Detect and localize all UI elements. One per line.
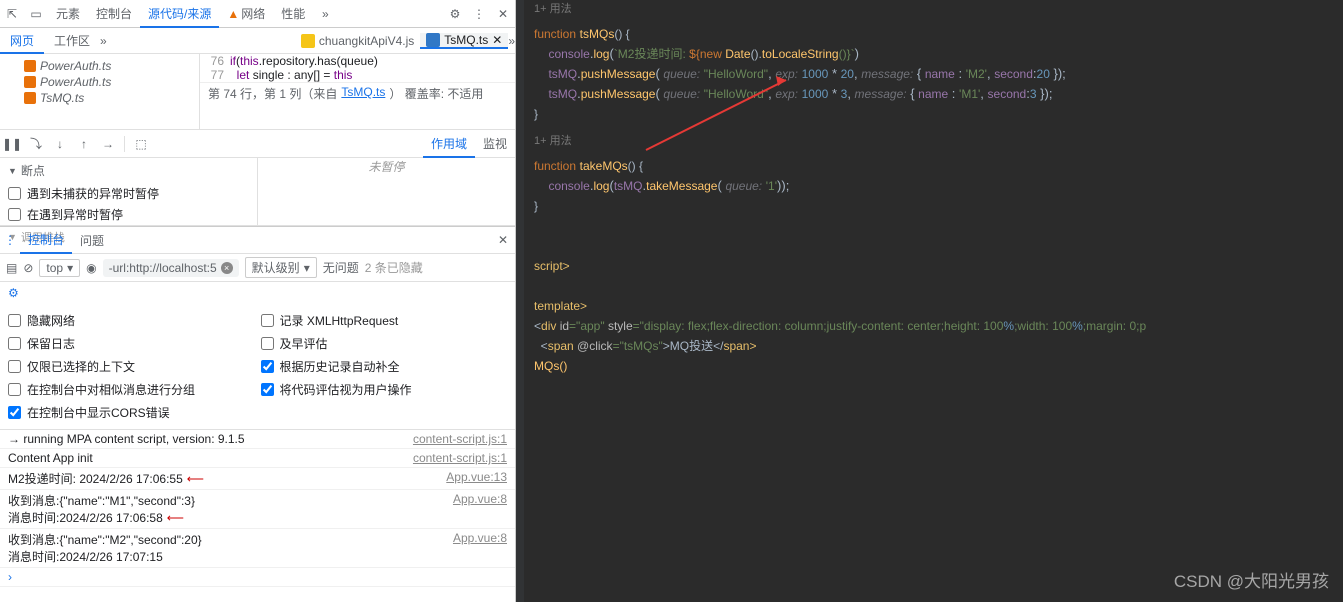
breakpoints-pane: 断点 遇到未捕获的异常时暂停 在遇到异常时暂停 调用堆栈 [0,158,258,225]
file-tab-ts[interactable]: TsMQ.ts✕ [420,33,508,49]
log-level-selector[interactable]: 默认级别▾ [245,257,317,278]
tree-file[interactable]: PowerAuth.ts [6,74,193,90]
clear-console-icon[interactable]: ⊘ [23,261,33,275]
status-link[interactable]: TsMQ.ts [341,85,385,102]
log-row: 收到消息:{"name":"M2","second":20}消息时间:2024/… [0,529,515,568]
log-source-link[interactable]: App.vue:8 [453,531,507,565]
cs-eager[interactable] [261,337,274,350]
console-toolbar: ▤ ⊘ top▾ ◉ -url:http://localhost:5× 默认级别… [0,254,515,282]
tab-elements[interactable]: 元素 [48,0,88,28]
code-block-2: function takeMQs() { console.log(tsMQ.ta… [516,148,1343,384]
cs-preserve[interactable] [8,337,21,350]
step-over-icon[interactable]: ⤵ [24,135,48,152]
bp-uncaught-checkbox[interactable] [8,187,21,200]
live-expr-icon[interactable]: ◉ [86,261,96,275]
clear-filter-icon[interactable]: × [221,262,233,274]
pause-icon[interactable]: ❚❚ [0,137,24,151]
cs-log-xhr[interactable] [261,314,274,327]
subtab-page[interactable]: 网页 [0,28,44,54]
file-tree[interactable]: PowerAuth.ts PowerAuth.ts TsMQ.ts [0,54,200,129]
drawer-tabs: ⋮ 控制台 问题 ✕ [0,226,515,254]
cs-cors-errors[interactable] [8,406,21,419]
usage-hint: 1+ 用法 [516,0,1343,16]
bp-label: 在遇到异常时暂停 [27,206,123,223]
deactivate-bp-icon[interactable]: ⬚ [129,137,153,151]
ts-file-icon [24,76,36,88]
cs-group-similar[interactable] [8,383,21,396]
ts-file-icon [24,92,36,104]
breakpoints-header[interactable]: 断点 [0,158,257,183]
tree-file[interactable]: TsMQ.ts [6,90,193,106]
devtools-tab-strip: ⇱ ▭ 元素 控制台 源代码/来源 ▲网络 性能 » ⚙ ⋮ ✕ [0,0,515,28]
step-into-icon[interactable]: ↓ [48,137,72,151]
tab-scope[interactable]: 作用域 [423,130,475,158]
cs-selected-only[interactable] [8,360,21,373]
status-line: 第 74 行，第 1 列（来自 TsMQ.ts） 覆盖率: 不适用 [200,82,515,104]
tab-performance[interactable]: 性能 [273,0,313,28]
log-row: M2投递时间: 2024/2/26 17:06:55⟵App.vue:13 [0,468,515,490]
cs-user-activation[interactable] [261,383,274,396]
drawer-console-tab[interactable]: 控制台 [20,226,72,254]
log-source-link[interactable]: App.vue:13 [446,470,507,487]
bp-caught-checkbox[interactable] [8,208,21,221]
step-icon[interactable]: → [96,137,120,151]
log-row: → running MPA content script, version: 9… [0,430,515,449]
file-tab-js[interactable]: chuangkitApiV4.js [295,34,420,48]
sources-sub-tabs: 网页 工作区 » chuangkitApiV4.js TsMQ.ts✕ » [0,28,515,54]
context-selector[interactable]: top▾ [39,259,80,277]
bp-label: 遇到未捕获的异常时暂停 [27,185,159,202]
no-issues-label: 无问题 [323,259,359,276]
devtools-panel: ⇱ ▭ 元素 控制台 源代码/来源 ▲网络 性能 » ⚙ ⋮ ✕ 网页 工作区 … [0,0,516,602]
cs-hide-network[interactable] [8,314,21,327]
drawer-close-icon[interactable]: ✕ [491,233,515,247]
watermark: CSDN @大阳光男孩 [1174,567,1329,592]
debugger-toolbar: ❚❚ ⤵ ↓ ↑ → ⬚ 作用域 监视 [0,130,515,158]
subtab-workspace[interactable]: 工作区 [44,28,100,54]
drawer-issues-tab[interactable]: 问题 [72,232,112,249]
sidebar-toggle-icon[interactable]: ▤ [6,261,17,275]
scope-placeholder: 未暂停 [258,158,515,225]
ide-editor[interactable]: 1+ 用法 function tsMQs() { console.log(`M2… [516,0,1343,602]
tab-sources[interactable]: 源代码/来源 [140,0,219,28]
ts-icon [426,33,440,47]
log-source-link[interactable]: App.vue:8 [453,492,507,526]
step-out-icon[interactable]: ↑ [72,137,96,151]
console-filter-input[interactable]: -url:http://localhost:5× [103,259,239,277]
code-preview[interactable]: 76if(this.repository.has(queue) 77 let s… [200,54,515,129]
more-files-icon[interactable]: » [508,34,515,48]
close-icon[interactable]: ✕ [491,7,515,21]
log-source-link[interactable]: content-script.js:1 [413,451,507,465]
kebab-icon[interactable]: ⋮ [467,7,491,21]
inspect-icon[interactable]: ⇱ [0,7,24,21]
tab-watch[interactable]: 监视 [475,135,515,152]
log-source-link[interactable]: content-script.js:1 [413,432,507,446]
tab-network[interactable]: ▲网络 [219,0,273,28]
ts-file-icon [24,60,36,72]
console-log[interactable]: → running MPA content script, version: 9… [0,430,515,602]
hidden-count[interactable]: 2 条已隐藏 [365,259,423,276]
device-icon[interactable]: ▭ [24,7,48,21]
console-settings-icon[interactable]: ⚙ [0,282,515,304]
log-row: 收到消息:{"name":"M1","second":3}消息时间:2024/2… [0,490,515,529]
console-settings: 隐藏网络 记录 XMLHttpRequest 保留日志 及早评估 仅限已选择的上… [0,304,515,430]
usage-hint: 1+ 用法 [516,132,1343,148]
tab-console[interactable]: 控制台 [88,0,140,28]
log-row: Content App initcontent-script.js:1 [0,449,515,468]
more-tabs-icon[interactable]: » [313,7,337,21]
more-subtabs-icon[interactable]: » [100,34,107,48]
drawer-menu-icon[interactable]: ⋮ [0,233,20,247]
code-block-1: function tsMQs() { console.log(`M2投递时间: … [516,16,1343,132]
settings-icon[interactable]: ⚙ [443,7,467,21]
cs-autocomplete[interactable] [261,360,274,373]
tree-file[interactable]: PowerAuth.ts [6,58,193,74]
console-prompt[interactable]: › [0,568,515,587]
js-icon [301,34,315,48]
